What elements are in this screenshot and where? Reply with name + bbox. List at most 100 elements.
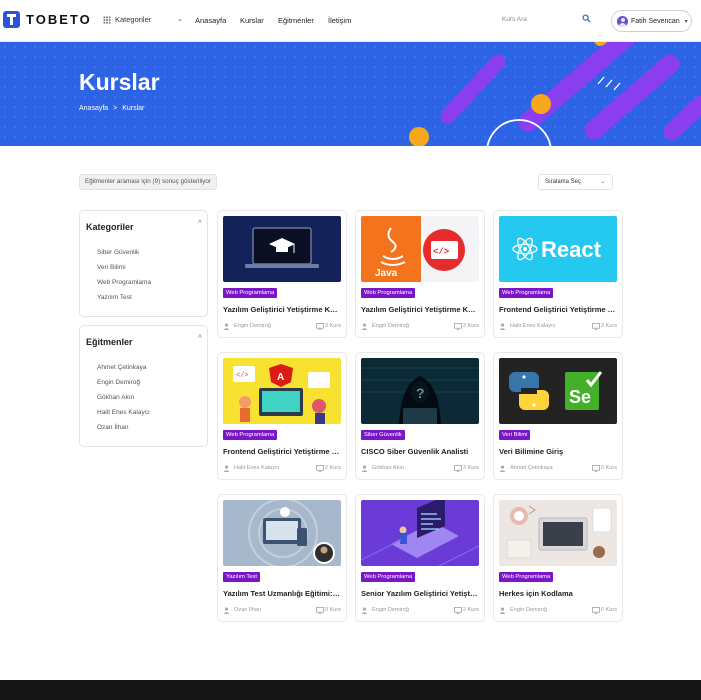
course-title[interactable]: CISCO Siber Güvenlik Analisti: [361, 447, 479, 456]
course-card[interactable]: Web Programlama Senior Yazılım Geliştiri…: [355, 494, 485, 622]
svg-text:</>: </>: [236, 372, 249, 380]
category-badge: Web Programlama: [361, 288, 416, 298]
course-title[interactable]: Frontend Geliştirici Yetiştirme Kampı (R…: [499, 305, 617, 314]
instructors-filter-title: Eğitmenler: [86, 337, 133, 347]
course-title[interactable]: Frontend Geliştirici Yetiştirme Kampı (A…: [223, 447, 341, 456]
course-card[interactable]: Se Veri Bilimi Veri Bilimine Giriş Ahmet…: [493, 352, 623, 480]
categories-dropdown[interactable]: Kategoriler: [103, 15, 151, 24]
svg-text:React: React: [541, 237, 602, 262]
python-selenium-icon: Se: [499, 358, 617, 424]
tobeto-logo[interactable]: TOBETO: [3, 11, 92, 28]
svg-text:?: ?: [416, 385, 425, 401]
filter-item-ahmet-cetinkaya[interactable]: Ahmet Çetinkaya: [97, 364, 147, 371]
course-card[interactable]: Yazılım Test Yazılım Test Uzmanlığı Eğit…: [217, 494, 347, 622]
category-badge: Veri Bilimi: [499, 430, 531, 440]
course-card[interactable]: React Web Programlama Frontend Geliştiri…: [493, 210, 623, 338]
monitor-icon: [316, 465, 324, 472]
monitor-icon: [592, 323, 600, 330]
results-count: Eğitmenler araması için (9) sonuç göster…: [79, 174, 217, 190]
category-badge: Web Programlama: [499, 572, 554, 582]
course-card[interactable]: Java </> Web Programlama Yazılım Gelişti…: [355, 210, 485, 338]
chevron-down-icon: ▾: [684, 18, 688, 25]
instructor-name: Engin Demiroğ: [510, 607, 547, 613]
course-meta: Ozan İlhan 0 Kurs: [223, 606, 341, 616]
breadcrumb: Anasayfa > Kurslar: [79, 105, 144, 112]
frontend-illustration-icon: </> A: [223, 358, 341, 424]
user-icon: [499, 323, 506, 330]
filter-item-halit-enes-kalayci[interactable]: Halit Enes Kalaycı: [97, 409, 150, 416]
user-icon: [361, 323, 368, 330]
monitor-icon: [454, 465, 462, 472]
filter-item-web-programlama[interactable]: Web Programlama: [97, 279, 151, 286]
grid-icon: [103, 15, 111, 24]
courses-page: TOBETO Kategoriler ⌄ Anasayfa Kurslar Eğ…: [0, 0, 701, 700]
nav-home[interactable]: Anasayfa: [195, 16, 226, 25]
category-badge: Siber Güvenlik: [361, 430, 405, 440]
java-logo-icon: Java </>: [361, 216, 479, 282]
nav-instructors[interactable]: Eğitmenler: [278, 16, 314, 25]
course-card[interactable]: </> A Web Programlama Frontend Geliştiri…: [217, 352, 347, 480]
sort-select[interactable]: Sıralama Seç ⌄: [538, 174, 613, 190]
course-thumbnail: </> A: [223, 358, 341, 424]
chevron-up-icon[interactable]: ˄: [198, 334, 202, 341]
sort-label: Sıralama Seç: [545, 179, 582, 185]
course-title[interactable]: Yazılım Geliştirici Yetiştirme Kampı (.N…: [223, 305, 341, 314]
filter-item-engin-demirog[interactable]: Engin Demiroğ: [97, 379, 140, 386]
course-title[interactable]: Yazılım Geliştirici Yetiştirme Kampı (JA…: [361, 305, 479, 314]
course-title[interactable]: Veri Bilimine Giriş: [499, 447, 617, 456]
search-input[interactable]: Kurs Ara: [502, 16, 527, 23]
instructor-name: Gökhan Akın: [372, 465, 405, 471]
category-badge: Yazılım Test: [223, 572, 261, 582]
svg-text:</>: </>: [433, 247, 449, 257]
avatar: [617, 15, 628, 27]
course-meta: Engin Demiroğ 3 Kurs: [223, 322, 341, 332]
course-thumbnail: ?: [361, 358, 479, 424]
isometric-code-icon: [361, 500, 479, 566]
desk-flatlay-icon: [499, 500, 617, 566]
course-thumbnail: Se: [499, 358, 617, 424]
course-count: 3 Kurs: [462, 465, 479, 471]
categories-filter-title: Kategoriler: [86, 222, 134, 232]
course-card[interactable]: ? Siber Güvenlik CISCO Siber Güvenlik An…: [355, 352, 485, 480]
course-thumbnail: [361, 500, 479, 566]
nav-contact[interactable]: İletişim: [328, 16, 351, 25]
course-title[interactable]: Herkes için Kodlama: [499, 589, 617, 598]
course-meta: Gökhan Akın 3 Kurs: [361, 464, 479, 474]
breadcrumb-home[interactable]: Anasayfa: [79, 105, 108, 112]
nav-courses[interactable]: Kurslar: [240, 16, 264, 25]
filter-item-veri-bilimi[interactable]: Veri Bilimi: [97, 264, 126, 271]
filter-item-gokhan-akin[interactable]: Gökhan Akın: [97, 394, 134, 401]
course-meta: Ahmet Çetinkaya 0 Kurs: [499, 464, 617, 474]
filter-item-yazilim-test[interactable]: Yazılım Test: [97, 294, 132, 301]
instructor-name: Halit Enes Kalaycı: [234, 465, 280, 471]
category-badge: Web Programlama: [223, 430, 278, 440]
filter-item-siber-guvenlik[interactable]: Siber Güvenlik: [97, 249, 139, 256]
chevron-down-icon[interactable]: ⌄: [177, 15, 183, 23]
course-card[interactable]: Web Programlama Herkes için Kodlama Engi…: [493, 494, 623, 622]
react-logo-icon: React: [499, 216, 617, 282]
filter-item-ozan-ilhan[interactable]: Ozan İlhan: [97, 424, 128, 431]
monitor-icon: [592, 465, 600, 472]
course-card[interactable]: Web Programlama Yazılım Geliştirici Yeti…: [217, 210, 347, 338]
monitor-icon: [592, 607, 600, 614]
svg-text:A: A: [277, 372, 284, 383]
course-title[interactable]: Yazılım Test Uzmanlığı Eğitimi: Selenium: [223, 589, 341, 598]
categories-label: Kategoriler: [115, 15, 152, 24]
course-meta: Engin Demiroğ 2 Kurs: [361, 606, 479, 616]
user-menu-button[interactable]: Fatih Sevencan ▾: [611, 10, 692, 32]
course-count: 0 Kurs: [600, 465, 617, 471]
category-badge: Web Programlama: [499, 288, 554, 298]
user-name: Fatih Sevencan: [631, 17, 680, 25]
svg-text:Se: Se: [569, 387, 591, 407]
hacker-hoodie-icon: ?: [361, 358, 479, 424]
course-title[interactable]: Senior Yazılım Geliştirici Yetiştirme Ka…: [361, 589, 479, 598]
page-footer: [0, 680, 701, 700]
user-icon: [223, 607, 230, 614]
user-icon: [223, 323, 230, 330]
course-meta: Engin Demiroğ 3 Kurs: [361, 322, 479, 332]
category-badge: Web Programlama: [223, 288, 278, 298]
course-thumbnail: [223, 500, 341, 566]
chevron-up-icon[interactable]: ˄: [198, 219, 202, 226]
search-icon[interactable]: [582, 14, 591, 23]
page-title: Kurslar: [79, 69, 160, 95]
